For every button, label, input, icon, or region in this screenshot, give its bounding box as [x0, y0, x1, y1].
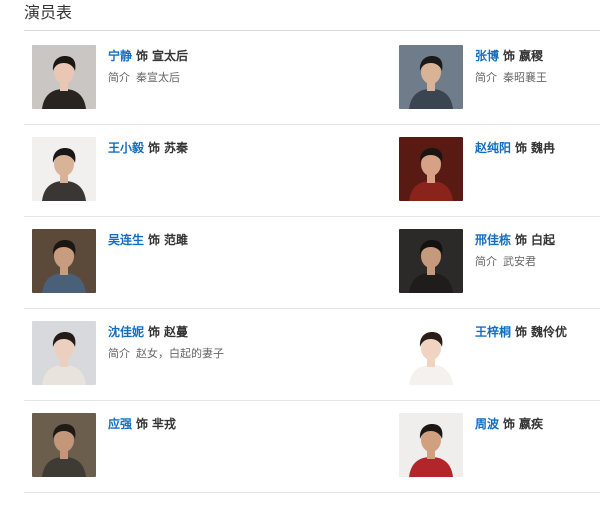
actor-photo[interactable]: [399, 137, 463, 201]
row-divider: [24, 124, 600, 125]
actor-name-link[interactable]: 邢佳栋: [475, 233, 511, 247]
row-divider: [24, 308, 600, 309]
as-connector: 饰: [515, 325, 528, 339]
actor-name-link[interactable]: 吴连生: [108, 233, 144, 247]
actor-photo-image: [399, 137, 463, 201]
actor-photo-image: [399, 45, 463, 109]
actor-photo[interactable]: [32, 321, 96, 385]
cast-info: 赵纯阳饰魏冉: [475, 140, 555, 156]
actor-name-link[interactable]: 沈佳妮: [108, 325, 144, 339]
role-name: 嬴疾: [519, 417, 544, 431]
actor-photo[interactable]: [399, 321, 463, 385]
cast-info: 吴连生饰范雎: [108, 232, 188, 248]
as-connector: 饰: [515, 233, 528, 247]
intro-label: 简介: [108, 347, 130, 360]
intro-text: 秦宣太后: [136, 71, 180, 84]
cast-info: 邢佳栋饰白起 简介 武安君: [475, 232, 555, 269]
actor-photo[interactable]: [399, 229, 463, 293]
as-connector: 饰: [503, 49, 516, 63]
cast-info: 张博饰嬴稷 简介 秦昭襄王: [475, 48, 547, 85]
actor-name-link[interactable]: 宁静: [108, 49, 132, 63]
actor-photo-image: [399, 413, 463, 477]
actor-photo[interactable]: [32, 413, 96, 477]
cast-info: 王小毅饰苏秦: [108, 140, 188, 156]
as-connector: 饰: [515, 141, 528, 155]
actor-photo-image: [32, 229, 96, 293]
intro-text: 武安君: [503, 255, 536, 268]
cast-info: 王梓桐饰魏伶优: [475, 324, 567, 340]
as-connector: 饰: [148, 233, 161, 247]
cast-list-page: 演员表 宁静饰宣太后 简介 秦宣太后 张博 饰 嬴稷 简介 秦昭襄王 王小毅 饰…: [0, 0, 600, 505]
cast-info: 沈佳妮饰赵蔓 简介 赵女，白起的妻子: [108, 324, 224, 361]
actor-name-link[interactable]: 赵纯阳: [475, 141, 511, 155]
intro-line: 简介 武安君: [475, 255, 555, 269]
role-name: 白起: [531, 233, 556, 247]
intro-label: 简介: [108, 71, 130, 84]
row-divider: [24, 216, 600, 217]
actor-photo[interactable]: [32, 137, 96, 201]
actor-name-link[interactable]: 应强: [108, 417, 132, 431]
intro-label: 简介: [475, 71, 497, 84]
actor-photo-image: [32, 321, 96, 385]
intro-line: 简介 秦宣太后: [108, 71, 188, 85]
intro-text: 赵女，白起的妻子: [136, 347, 224, 360]
cast-info: 应强饰芈戎: [108, 416, 176, 432]
section-title: 演员表: [24, 3, 73, 22]
row-divider: [24, 492, 600, 493]
role-name: 魏伶优: [531, 325, 568, 339]
role-name: 芈戎: [152, 417, 177, 431]
actor-photo[interactable]: [32, 229, 96, 293]
actor-name-link[interactable]: 张博: [475, 49, 499, 63]
actor-photo-image: [32, 413, 96, 477]
actor-photo-image: [32, 45, 96, 109]
role-name: 嬴稷: [519, 49, 544, 63]
actor-name-link[interactable]: 王小毅: [108, 141, 144, 155]
role-name: 赵蔓: [164, 325, 189, 339]
cast-info: 周波饰嬴疾: [475, 416, 543, 432]
intro-line: 简介 秦昭襄王: [475, 71, 547, 85]
role-name: 魏冉: [531, 141, 556, 155]
actor-name-link[interactable]: 王梓桐: [475, 325, 511, 339]
actor-photo[interactable]: [32, 45, 96, 109]
as-connector: 饰: [136, 49, 149, 63]
role-name: 苏秦: [164, 141, 189, 155]
intro-line: 简介 赵女，白起的妻子: [108, 347, 224, 361]
actor-name-link[interactable]: 周波: [475, 417, 499, 431]
actor-photo-image: [32, 137, 96, 201]
actor-photo[interactable]: [399, 413, 463, 477]
cast-info: 宁静饰宣太后 简介 秦宣太后: [108, 48, 188, 85]
actor-photo-image: [399, 321, 463, 385]
as-connector: 饰: [136, 417, 149, 431]
role-name: 范雎: [164, 233, 189, 247]
actor-photo[interactable]: [399, 45, 463, 109]
intro-text: 秦昭襄王: [503, 71, 547, 84]
row-divider: [24, 400, 600, 401]
actor-photo-image: [399, 229, 463, 293]
as-connector: 饰: [148, 141, 161, 155]
role-name: 宣太后: [152, 49, 189, 63]
as-connector: 饰: [148, 325, 161, 339]
as-connector: 饰: [503, 417, 516, 431]
header-divider: [24, 30, 600, 31]
intro-label: 简介: [475, 255, 497, 268]
